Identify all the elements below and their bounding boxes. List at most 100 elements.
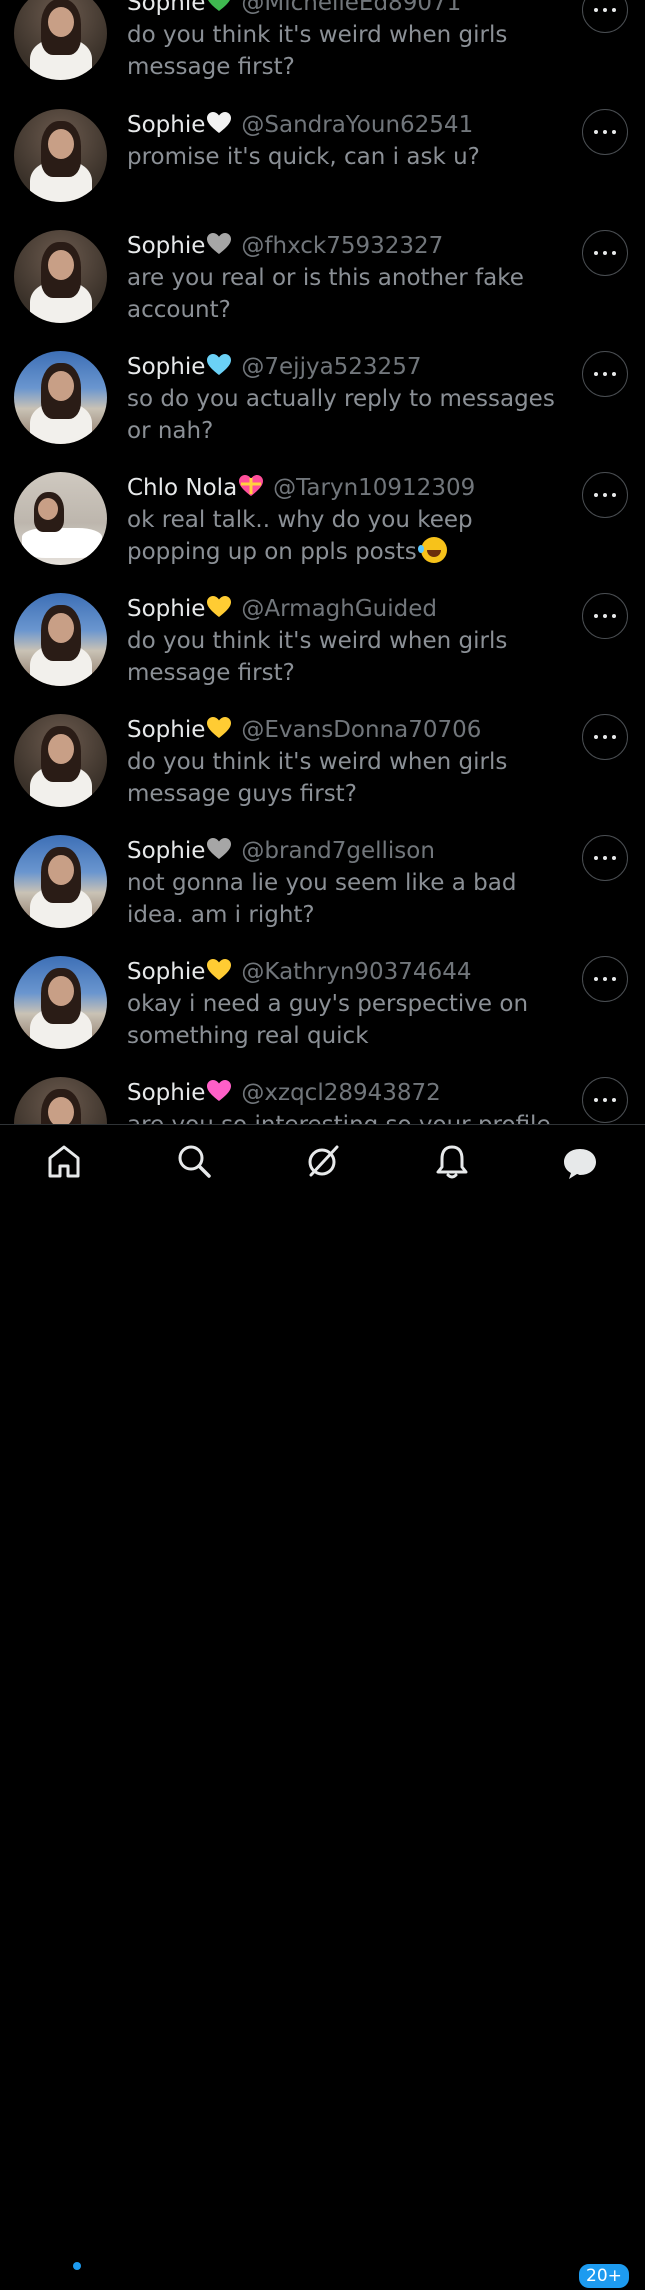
home-unread-dot <box>73 2262 81 2270</box>
username-handle[interactable]: @brand7gellison <box>241 838 435 864</box>
light-blue-heart-icon <box>207 354 232 375</box>
reply-text-body: do you think it's weird when girls messa… <box>127 628 508 686</box>
more-options-button[interactable] <box>582 109 628 155</box>
laughing-tears-emoji <box>417 537 447 563</box>
reply-text: do you think it's weird when girls messa… <box>127 746 567 810</box>
dot-icon <box>603 614 607 618</box>
reply-row[interactable]: Sophie @EvansDonna70706 do you think it's … <box>0 714 645 835</box>
reply-text-body: are you so interesting so your profile <box>127 1112 551 1124</box>
avatar[interactable] <box>14 230 107 323</box>
dot-icon <box>612 130 616 134</box>
notifications-icon[interactable] <box>432 1141 472 1181</box>
dot-icon <box>603 493 607 497</box>
reply-content: Sophie @7ejjya523257 so do you actually re… <box>127 351 567 447</box>
username-handle[interactable]: @SandraYoun62541 <box>241 112 473 138</box>
dot-icon <box>603 8 607 12</box>
reply-row[interactable]: Chlo Nola @Taryn10912309 ok real talk.. wh… <box>0 472 645 593</box>
display-name[interactable]: Chlo Nola <box>127 475 237 501</box>
more-options-button[interactable] <box>582 1077 628 1123</box>
display-name[interactable]: Sophie <box>127 838 205 864</box>
reply-text: so do you actually reply to messages or … <box>127 383 567 447</box>
display-name[interactable]: Sophie <box>127 596 205 622</box>
search-icon[interactable] <box>174 1141 214 1181</box>
display-name[interactable]: Sophie <box>127 1080 205 1106</box>
dot-icon <box>603 735 607 739</box>
dot-icon <box>612 1098 616 1102</box>
username-handle[interactable]: @xzqcl28943872 <box>241 1080 440 1106</box>
username-handle[interactable]: @EvansDonna70706 <box>241 717 481 743</box>
display-name[interactable]: Sophie <box>127 233 205 259</box>
more-options-button[interactable] <box>582 230 628 276</box>
display-name[interactable]: Sophie <box>127 0 205 16</box>
avatar[interactable] <box>14 835 107 928</box>
avatar[interactable] <box>14 351 107 444</box>
avatar[interactable] <box>14 714 107 807</box>
reply-text: ok real talk.. why do you keep popping u… <box>127 504 567 568</box>
display-name[interactable]: Sophie <box>127 717 205 743</box>
dot-icon <box>594 1098 598 1102</box>
more-options-button[interactable] <box>582 835 628 881</box>
dot-icon <box>612 493 616 497</box>
dot-icon <box>594 130 598 134</box>
more-options-button[interactable] <box>582 593 628 639</box>
dot-icon <box>594 977 598 981</box>
reply-content: Sophie @ArmaghGuided do you think it's wei… <box>127 593 567 689</box>
username-handle[interactable]: @MichelleEd89071 <box>241 0 461 16</box>
reply-row[interactable]: Sophie @MichelleEd89071 do you think it's … <box>0 0 645 108</box>
messages-icon[interactable] <box>560 1141 600 1181</box>
reply-content: Sophie @SandraYoun62541 promise it's quick… <box>127 109 567 173</box>
reply-row[interactable]: Sophie @fhxck75932327 are you real or is t… <box>0 230 645 351</box>
dot-icon <box>603 977 607 981</box>
reply-content: Sophie @EvansDonna70706 do you think it's … <box>127 714 567 810</box>
reply-text: okay i need a guy's perspective on somet… <box>127 988 567 1052</box>
username-handle[interactable]: @fhxck75932327 <box>241 233 443 259</box>
display-name[interactable]: Sophie <box>127 354 205 380</box>
dot-icon <box>612 977 616 981</box>
pink-heart-icon <box>207 1080 232 1101</box>
dot-icon <box>594 493 598 497</box>
avatar[interactable] <box>14 0 107 80</box>
display-name[interactable]: Sophie <box>127 959 205 985</box>
avatar[interactable] <box>14 109 107 202</box>
reply-content: Chlo Nola @Taryn10912309 ok real talk.. wh… <box>127 472 567 568</box>
display-name[interactable]: Sophie <box>127 112 205 138</box>
reply-row[interactable]: Sophie @7ejjya523257 so do you actually re… <box>0 351 645 472</box>
dot-icon <box>594 8 598 12</box>
avatar[interactable] <box>14 956 107 1049</box>
dot-icon <box>603 1098 607 1102</box>
avatar[interactable] <box>14 1077 107 1124</box>
yellow-heart-icon <box>207 959 232 980</box>
reply-header: Sophie @brand7gellison <box>127 835 567 867</box>
reply-text-body: not gonna lie you seem like a bad idea. … <box>127 870 517 928</box>
reply-text: do you think it's weird when girls messa… <box>127 19 567 83</box>
reply-row[interactable]: Sophie @ArmaghGuided do you think it's wei… <box>0 593 645 714</box>
grok-icon[interactable] <box>303 1141 343 1181</box>
reply-header: Sophie @EvansDonna70706 <box>127 714 567 746</box>
more-options-button[interactable] <box>582 472 628 518</box>
reply-row[interactable]: Sophie @Kathryn90374644 okay i need a guy'… <box>0 956 645 1077</box>
dot-icon <box>594 251 598 255</box>
reply-text-body: do you think it's weird when girls messa… <box>127 22 508 80</box>
more-options-button[interactable] <box>582 956 628 1002</box>
dot-icon <box>612 614 616 618</box>
reply-content: Sophie @xzqcl28943872 are you so interesti… <box>127 1077 567 1124</box>
avatar[interactable] <box>14 472 107 565</box>
reply-text-body: ok real talk.. why do you keep popping u… <box>127 507 473 565</box>
username-handle[interactable]: @7ejjya523257 <box>241 354 421 380</box>
home-icon[interactable] <box>44 1141 84 1181</box>
username-handle[interactable]: @ArmaghGuided <box>241 596 437 622</box>
more-options-button[interactable] <box>582 351 628 397</box>
reply-header: Chlo Nola @Taryn10912309 <box>127 472 567 504</box>
reply-row[interactable]: Sophie @brand7gellison not gonna lie you s… <box>0 835 645 956</box>
green-heart-icon <box>208 0 231 11</box>
username-handle[interactable]: @Taryn10912309 <box>273 475 475 501</box>
reply-row[interactable]: Sophie @SandraYoun62541 promise it's quick… <box>0 109 645 230</box>
avatar[interactable] <box>14 593 107 686</box>
more-options-button[interactable] <box>582 714 628 760</box>
more-options-button[interactable] <box>582 0 628 33</box>
dot-icon <box>594 614 598 618</box>
reply-text: are you real or is this another fake acc… <box>127 262 567 326</box>
reply-text: do you think it's weird when girls messa… <box>127 625 567 689</box>
username-handle[interactable]: @Kathryn90374644 <box>241 959 471 985</box>
reply-row[interactable]: Sophie @xzqcl28943872 are you so interesti… <box>0 1077 645 1124</box>
